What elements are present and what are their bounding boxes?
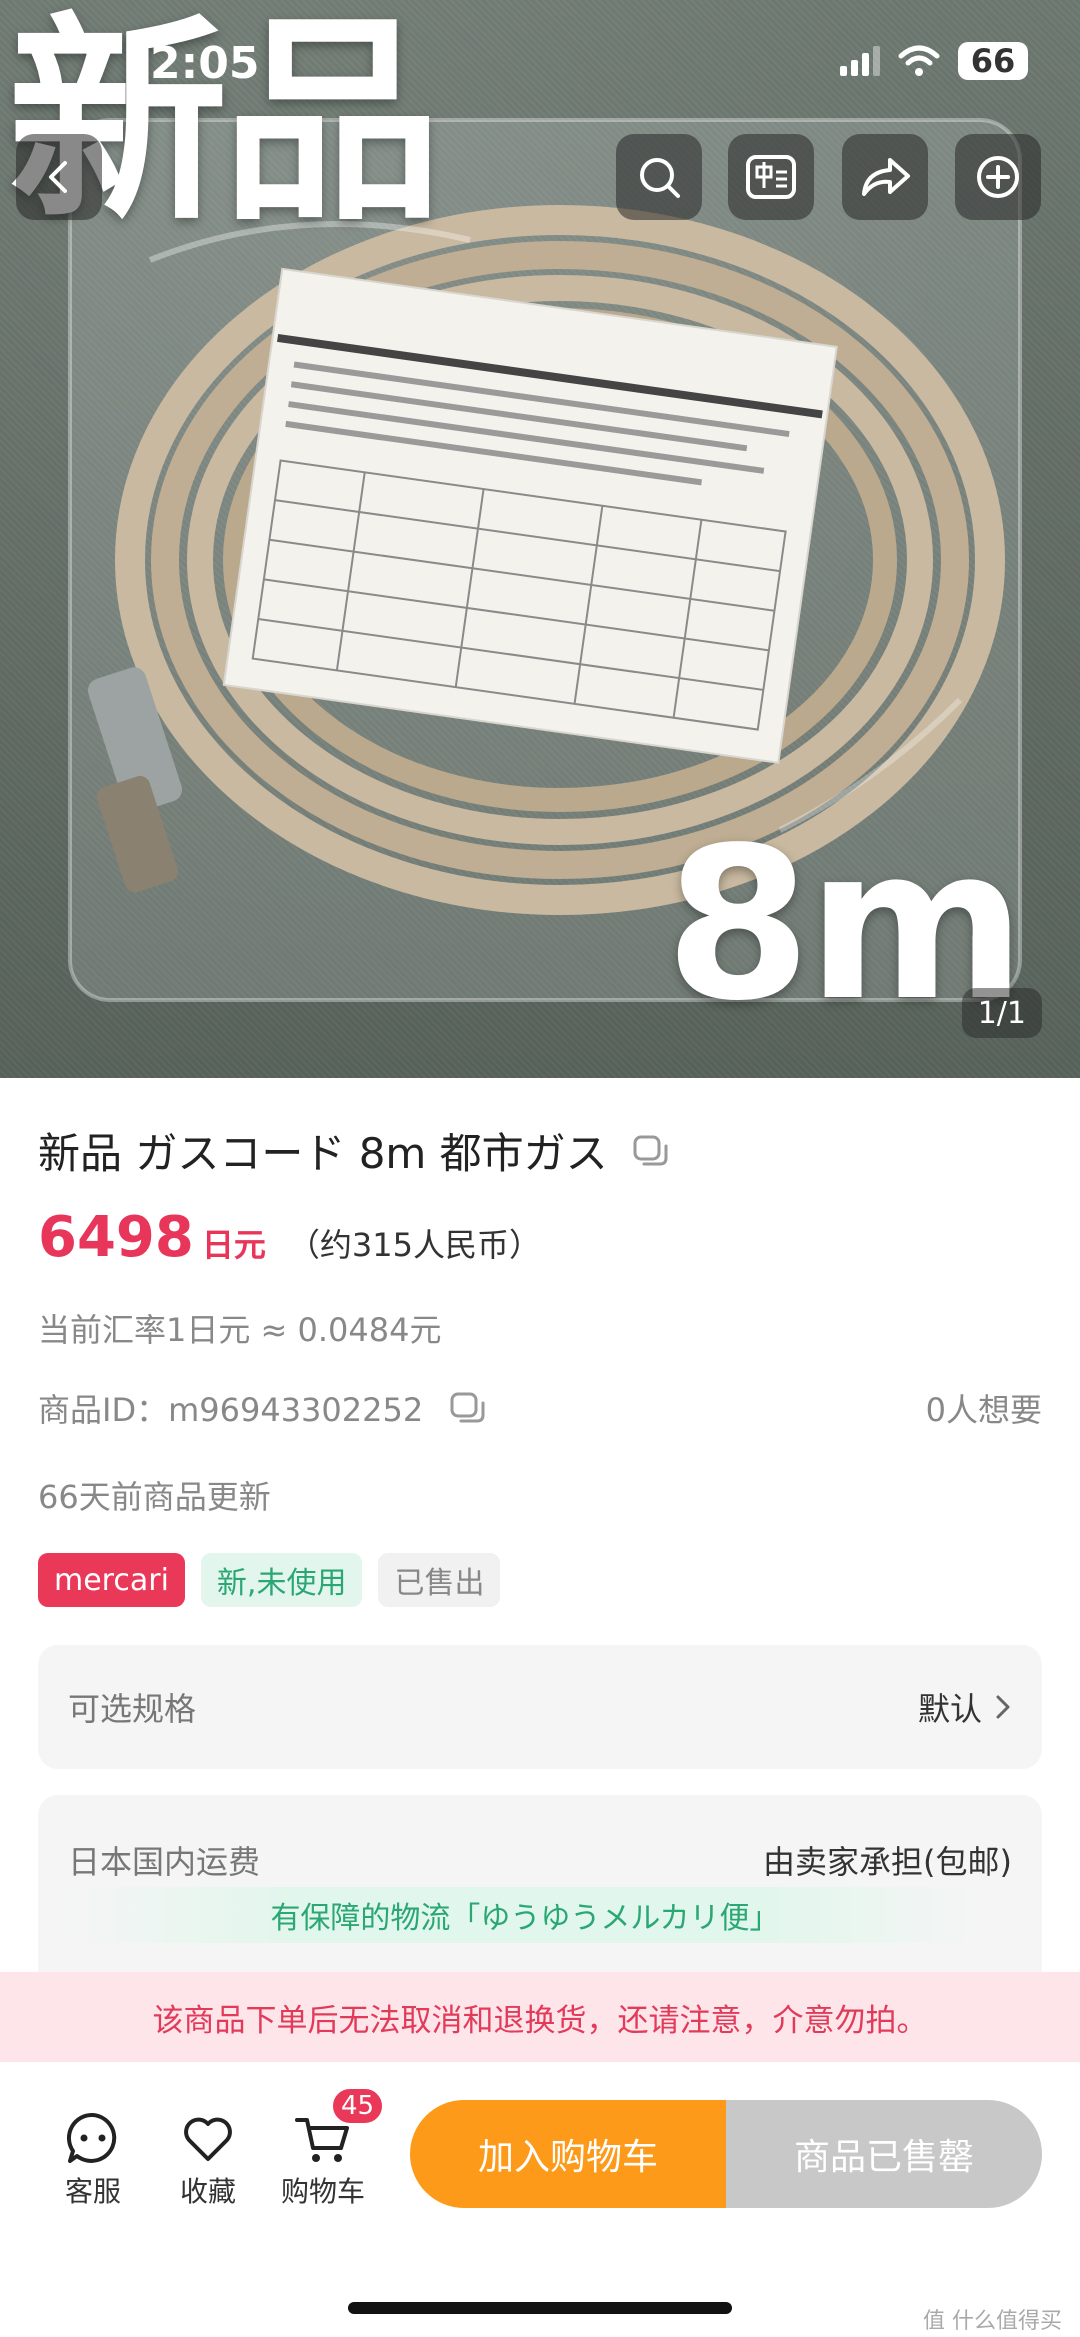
status-badge: 已售出 <box>378 1553 501 1607</box>
back-button[interactable] <box>16 134 102 220</box>
spec-value-text: 默认 <box>917 1690 982 1728</box>
condition-tag: 新,未使用 <box>200 1553 363 1607</box>
shipping-card: 日本国内运费 由卖家承担(包邮) 有保障的物流「ゆうゆうメルカリ便」 <box>38 1795 1042 1995</box>
cart-button[interactable]: 购物车 45 <box>268 2086 386 2210</box>
platform-tag: mercari <box>38 1553 185 1607</box>
tag-list: mercari 新,未使用 已售出 <box>38 1553 501 1607</box>
share-icon <box>862 158 910 196</box>
copy-icon[interactable] <box>632 1134 670 1168</box>
cart-label: 购物车 <box>280 2175 365 2208</box>
watermark: 值 什么值得买 <box>923 2309 1062 2334</box>
shipping-value: 由卖家承担(包邮) <box>763 1843 1012 1881</box>
status-time: 2:05 <box>150 38 260 89</box>
search-icon <box>640 158 680 198</box>
status-icons: 66 <box>840 42 1028 80</box>
back-icon <box>49 161 67 193</box>
shipping-label: 日本国内运费 <box>68 1843 261 1881</box>
add-to-cart-button[interactable]: 加入购物车 <box>410 2100 726 2208</box>
battery-indicator: 66 <box>958 42 1028 80</box>
image-search-button[interactable] <box>616 134 702 220</box>
title-row: 新品 ガスコード 8m 都市ガス <box>38 1120 670 1181</box>
favorite-button[interactable]: 收藏 <box>153 2110 263 2210</box>
price-row: 6498 日元 （约315人民币） <box>38 1205 541 1270</box>
more-button[interactable] <box>955 134 1041 220</box>
shipping-row: 日本国内运费 由卖家承担(包邮) <box>68 1837 1012 1883</box>
service-label: 客服 <box>64 2175 121 2208</box>
wifi-icon <box>898 45 940 76</box>
heart-icon <box>184 2117 232 2161</box>
home-indicator[interactable] <box>348 2302 732 2314</box>
add-icon <box>977 156 1019 198</box>
translate-icon <box>746 155 796 199</box>
price-jpy: 6498 <box>38 1205 194 1270</box>
bottom-action-bar: 客服 收藏 购物车 45 加入购物车 商品已售罄 <box>0 2062 1080 2337</box>
product-id: 商品ID：m96943302252 <box>38 1391 424 1429</box>
image-counter: 1/1 <box>961 988 1042 1038</box>
spec-value: 默认 <box>918 1684 1012 1730</box>
want-count: 0人想要 <box>925 1391 1042 1429</box>
share-button[interactable] <box>842 134 928 220</box>
copy-icon[interactable] <box>449 1391 487 1425</box>
shipping-guarantee-banner: 有保障的物流「ゆうゆうメルカリ便」 <box>68 1887 982 1943</box>
translate-button[interactable] <box>728 134 814 220</box>
sold-out-button[interactable]: 商品已售罄 <box>726 2100 1042 2208</box>
product-image[interactable]: 新品 8m 2:05 66 1/1 <box>0 0 1080 1078</box>
price-cny: （约315人民币） <box>287 1226 541 1264</box>
cart-count-badge: 45 <box>330 2086 386 2126</box>
exchange-rate: 当前汇率1日元 ≈ 0.0484元 <box>38 1311 442 1349</box>
chat-icon <box>67 2112 117 2163</box>
update-time: 66天前商品更新 <box>38 1478 271 1516</box>
product-title: 新品 ガスコード 8m 都市ガス <box>38 1129 608 1178</box>
chevron-right-icon <box>996 1695 1010 1719</box>
price-unit: 日元 <box>201 1226 266 1264</box>
product-id-row: 商品ID：m96943302252 0人想要 <box>38 1385 1042 1431</box>
customer-service-button[interactable]: 客服 <box>38 2110 148 2210</box>
favorite-label: 收藏 <box>179 2175 236 2208</box>
spec-selector[interactable]: 可选规格 默认 <box>38 1645 1042 1769</box>
no-return-notice: 该商品下单后无法取消和退换货，还请注意，介意勿拍。 <box>0 1972 1080 2062</box>
spec-label: 可选规格 <box>68 1690 197 1728</box>
signal-icon <box>840 46 880 76</box>
